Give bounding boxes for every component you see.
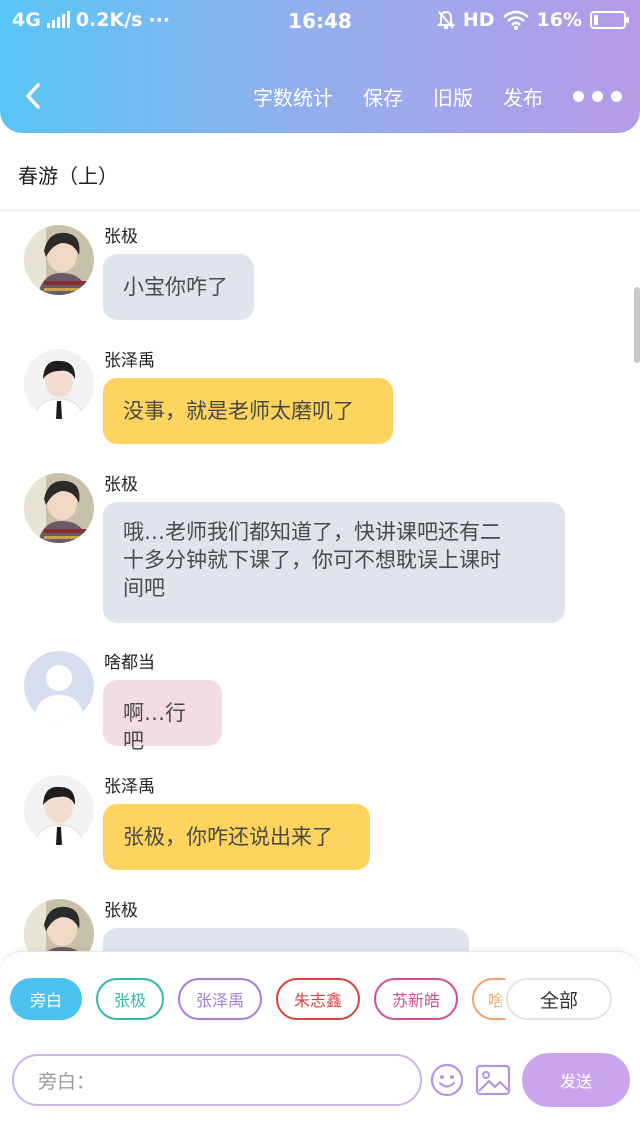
status-bar: 4G 0.2K/s ··· 16:48 HD 16%	[0, 0, 640, 44]
publish-button[interactable]: 发布	[503, 82, 543, 111]
chip-label: 旁白	[29, 991, 62, 1010]
navbar: 字数统计 保存 旧版 发布	[0, 70, 640, 122]
battery-percent: 16%	[536, 9, 582, 31]
character-chip-zhangji[interactable]: 张极	[96, 978, 164, 1020]
avatar[interactable]	[24, 775, 94, 845]
all-characters-button[interactable]: 全部	[506, 978, 612, 1020]
story-title[interactable]: 春游（上）	[18, 160, 118, 189]
chip-label: 朱志鑫	[293, 991, 342, 1010]
message-input[interactable]: 旁白：	[12, 1054, 422, 1106]
sender-name: 张泽禹	[104, 351, 155, 371]
character-chip-shaduodang[interactable]: 啥	[472, 978, 506, 1020]
wifi-icon	[502, 10, 529, 30]
avatar[interactable]	[24, 225, 94, 295]
message-bubble[interactable]: 没事，就是老师太磨叽了	[103, 378, 393, 444]
message-text: 张极，你咋还说出来了	[123, 825, 333, 849]
character-chip-narrator[interactable]: 旁白	[10, 978, 82, 1020]
character-chip-zhuzhixin[interactable]: 朱志鑫	[276, 978, 360, 1020]
boy-photo-avatar-icon	[24, 473, 94, 543]
avatar[interactable]	[24, 473, 94, 543]
battery-icon	[590, 11, 629, 29]
sender-name: 张极	[104, 901, 138, 921]
chat-story-editor: 4G 0.2K/s ··· 16:48 HD 16% 字数统计 保存 旧版 发布…	[0, 0, 640, 1138]
message-text: 没事，就是老师太磨叽了	[123, 399, 354, 423]
back-button[interactable]	[18, 78, 48, 114]
message-text-line: 哦…老师我们都知道了，快讲课吧还有二	[123, 520, 501, 544]
message-text: 小宝你咋了	[123, 275, 228, 299]
message-text: 啊…行吧	[123, 701, 186, 753]
more-options-icon[interactable]	[573, 91, 622, 102]
nav-actions: 字数统计 保存 旧版 发布	[253, 82, 622, 111]
send-button[interactable]: 发送	[522, 1053, 630, 1107]
send-label: 发送	[559, 1072, 592, 1091]
sender-name: 张泽禹	[104, 777, 155, 797]
chip-label: 张泽禹	[195, 991, 244, 1010]
emoji-icon[interactable]	[430, 1063, 464, 1097]
boy-suit-avatar-icon	[24, 775, 94, 845]
message-text-line: 间吧	[123, 576, 165, 600]
avatar[interactable]	[24, 349, 94, 419]
input-placeholder: 旁白：	[38, 1070, 96, 1093]
message-bubble[interactable]: 啊…行吧	[103, 680, 222, 753]
image-icon[interactable]	[475, 1064, 511, 1096]
scrollbar[interactable]	[634, 287, 640, 363]
header: 4G 0.2K/s ··· 16:48 HD 16% 字数统计 保存 旧版 发布	[0, 0, 640, 133]
story-title-bar: 春游（上）	[0, 133, 640, 211]
boy-suit-avatar-icon	[24, 349, 94, 419]
save-button[interactable]: 保存	[363, 82, 403, 111]
bell-off-icon	[436, 10, 455, 29]
composer-panel: 旁白 张极 张泽禹 朱志鑫 苏新皓 啥 全部 旁白： 发送	[0, 951, 640, 1138]
sender-name: 张极	[104, 475, 138, 495]
avatar[interactable]	[24, 651, 94, 721]
old-version-button[interactable]: 旧版	[433, 82, 473, 111]
default-user-avatar-icon	[24, 651, 94, 721]
character-selector: 旁白 张极 张泽禹 朱志鑫 苏新皓 啥	[10, 978, 506, 1020]
status-right: HD 16%	[436, 9, 629, 31]
word-count-button[interactable]: 字数统计	[253, 82, 333, 111]
hd-indicator: HD	[462, 9, 495, 31]
chevron-left-icon	[26, 83, 40, 109]
boy-photo-avatar-icon	[24, 225, 94, 295]
message-bubble[interactable]: 小宝你咋了	[103, 254, 254, 320]
all-label: 全部	[539, 989, 578, 1012]
sender-name: 啥都当	[104, 653, 155, 673]
character-chip-suxinhao[interactable]: 苏新皓	[374, 978, 458, 1020]
chip-label: 啥	[488, 991, 505, 1010]
message-bubble[interactable]: 哦…老师我们都知道了，快讲课吧还有二 十多分钟就下课了，你可不想耽误上课时 间吧	[103, 502, 565, 623]
chip-label: 张极	[113, 991, 146, 1010]
message-bubble[interactable]: 张极，你咋还说出来了	[103, 804, 370, 870]
message-text-line: 十多分钟就下课了，你可不想耽误上课时	[123, 548, 501, 572]
chip-label: 苏新皓	[391, 991, 440, 1010]
sender-name: 张极	[104, 227, 138, 247]
character-chip-zhangzeyu[interactable]: 张泽禹	[178, 978, 262, 1020]
